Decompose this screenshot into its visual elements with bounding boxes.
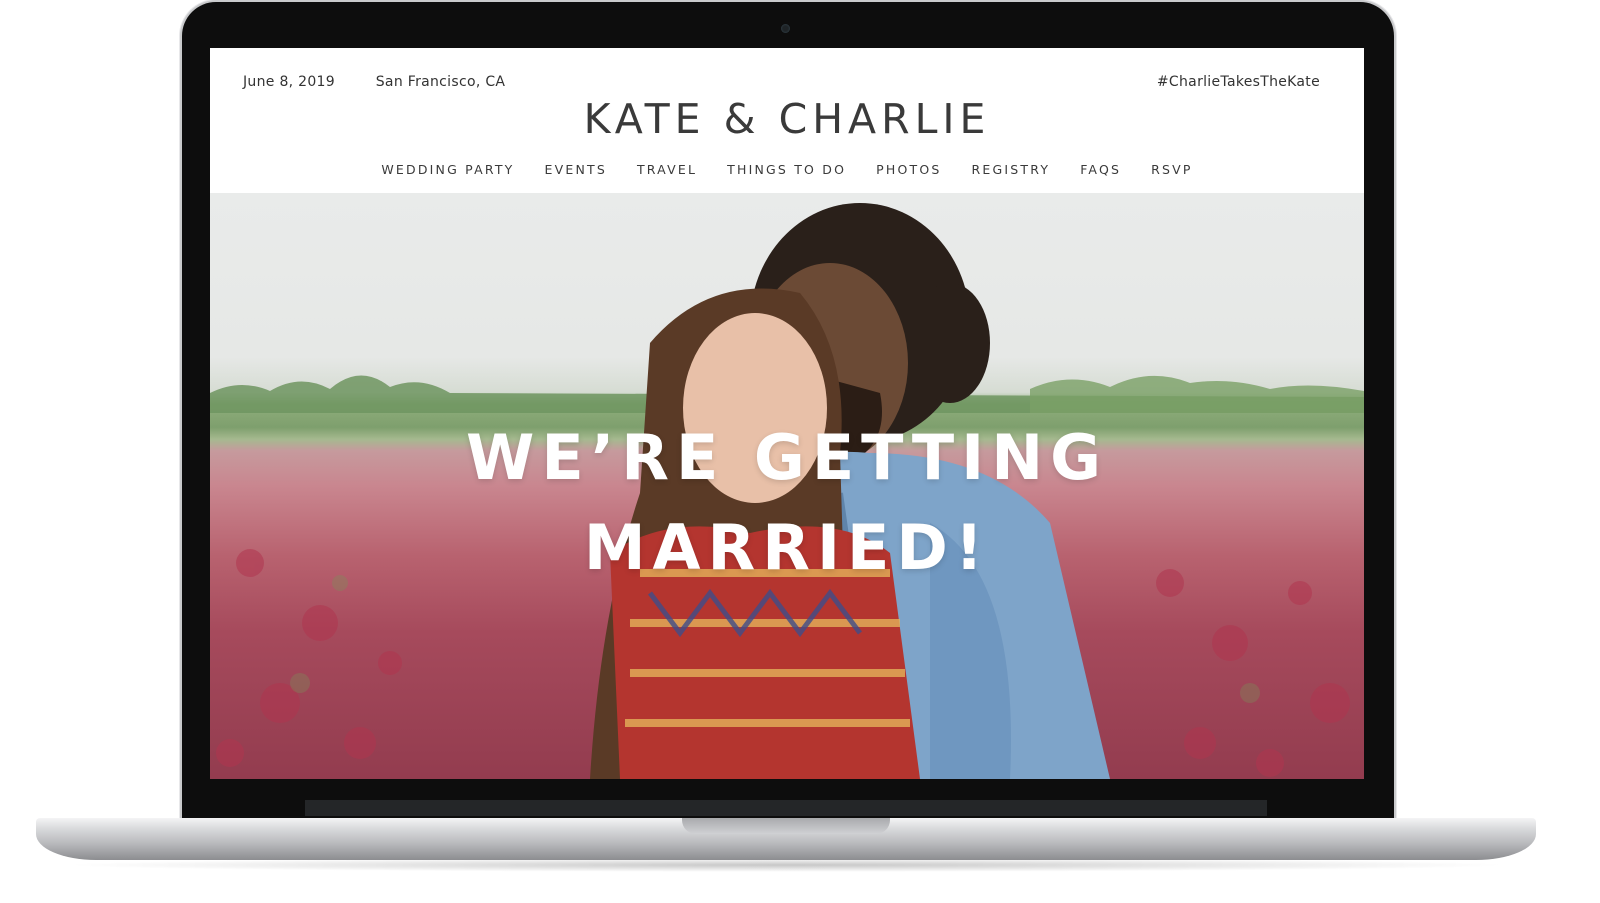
main-nav: WEDDING PARTY EVENTS TRAVEL THINGS TO DO… [210,162,1364,177]
camera-icon [781,24,790,33]
laptop-shadow [60,858,1512,872]
laptop-hinge [305,800,1267,816]
nav-rsvp[interactable]: RSVP [1151,162,1193,177]
nav-registry[interactable]: REGISTRY [972,162,1051,177]
hero-photo: WE’RE GETTING MARRIED! [210,193,1364,779]
browser-screen: June 8, 2019 San Francisco, CA #CharlieT… [210,48,1364,779]
site-title[interactable]: KATE & CHARLIE [210,95,1364,143]
nav-travel[interactable]: TRAVEL [637,162,697,177]
hashtag: #CharlieTakesTheKate [1156,74,1320,90]
nav-faqs[interactable]: FAQS [1080,162,1121,177]
nav-things-to-do[interactable]: THINGS TO DO [727,162,846,177]
hero-headline-line1: WE’RE GETTING [465,421,1109,494]
nav-events[interactable]: EVENTS [545,162,607,177]
nav-wedding-party[interactable]: WEDDING PARTY [381,162,514,177]
laptop-mockup: June 8, 2019 San Francisco, CA #CharlieT… [0,0,1600,903]
laptop-base-notch [682,818,890,834]
event-location: San Francisco, CA [375,74,506,90]
nav-photos[interactable]: PHOTOS [876,162,941,177]
hero-headline-line2: MARRIED! [583,511,991,584]
hero-headline: WE’RE GETTING MARRIED! [210,413,1364,593]
event-date: June 8, 2019 [243,74,335,90]
site-header: June 8, 2019 San Francisco, CA #CharlieT… [210,48,1364,193]
event-meta: June 8, 2019 San Francisco, CA [243,74,541,90]
